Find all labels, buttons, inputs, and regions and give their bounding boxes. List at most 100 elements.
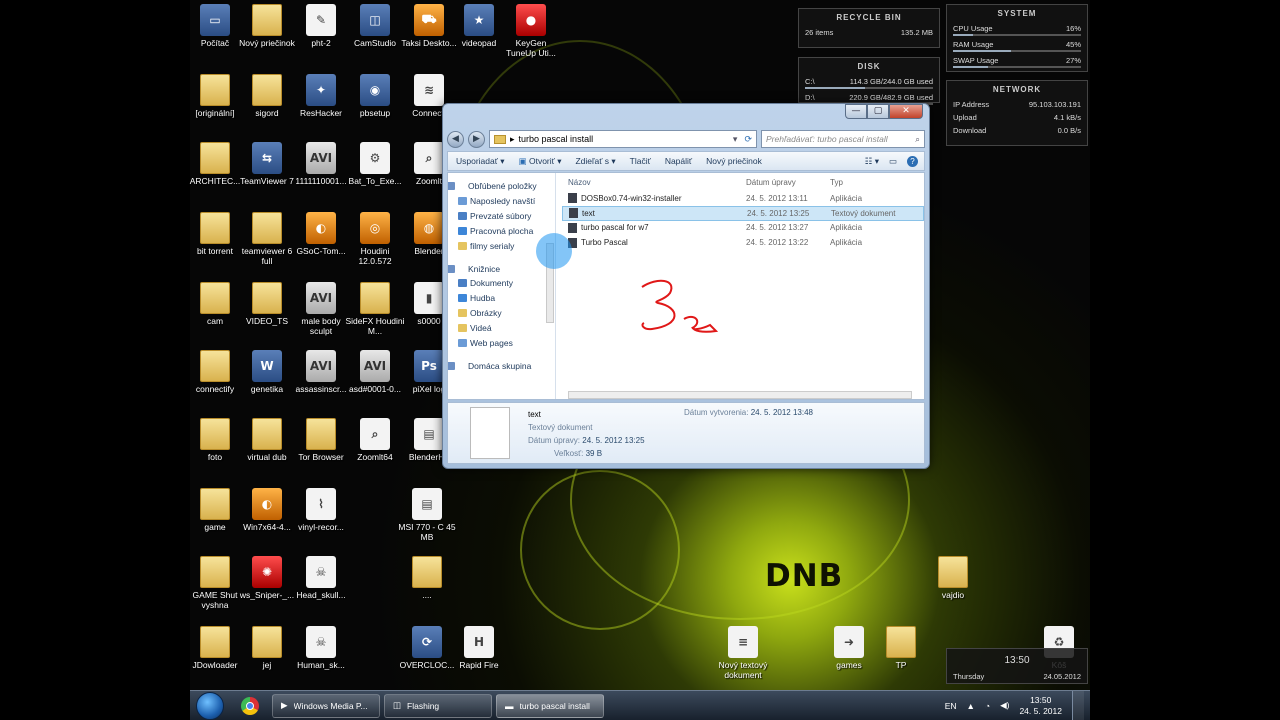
nav-item-icon — [448, 264, 455, 273]
file-date: 24. 5. 2012 13:11 — [746, 193, 808, 203]
folder-icon — [938, 556, 968, 588]
taskbar-button[interactable]: ▬ turbo pascal install — [496, 693, 604, 718]
start-button[interactable] — [196, 691, 224, 720]
print-button[interactable]: Tlačiť — [630, 156, 651, 166]
network-icon[interactable]: ◔ — [985, 701, 990, 711]
desktop-icon[interactable]: AVI asd#0001-0... — [344, 350, 406, 394]
desktop-icon[interactable]: ≡ Nový textový dokument — [712, 626, 774, 680]
desktop-icon[interactable]: ⌕ Zoomlt64 — [344, 418, 406, 462]
desktop-icon[interactable]: ▤ MSI 770 - C 45 MB — [396, 488, 458, 542]
desktop-icon[interactable]: ✎ pht-2 — [290, 4, 352, 48]
organize-button[interactable]: Usporiadať ▾ — [456, 156, 505, 167]
help-icon[interactable]: ? — [907, 155, 918, 167]
desktop-icon-label: virtual dub — [247, 452, 287, 462]
desktop-icon[interactable]: Wgenetika — [236, 350, 298, 394]
file-icon — [569, 208, 578, 219]
column-date[interactable]: Dátum úpravy — [746, 178, 830, 187]
nav-item[interactable]: Prevzaté súbory — [448, 209, 555, 224]
search-icon: ⌕ — [915, 134, 920, 144]
system-row-value: 16% — [1065, 24, 1081, 33]
minimize-button[interactable]: — — [845, 104, 867, 119]
show-desktop-button[interactable] — [1072, 690, 1084, 720]
column-type[interactable]: Typ — [830, 178, 920, 187]
desktop-icon[interactable]: TP — [870, 626, 932, 670]
desktop-icon[interactable]: Nový priečinok — [236, 4, 298, 48]
desktop-icon[interactable]: H Rapid Fire — [448, 626, 510, 670]
nav-item[interactable]: Domáca skupina — [448, 359, 555, 374]
desktop-icon[interactable]: ⌇ vinyl-recor... — [290, 488, 352, 532]
desktop-icon[interactable]: jej — [236, 626, 298, 670]
desktop-icon[interactable]: vajdio — [922, 556, 984, 600]
file-list-scrollbar[interactable] — [568, 391, 912, 399]
desktop-icon[interactable]: SideFX Houdini M... — [344, 282, 406, 336]
file-icon — [568, 193, 577, 204]
desktop-icon[interactable]: ☠ Head_skull... — [290, 556, 352, 600]
nav-item-label: Domáca skupina — [468, 360, 532, 371]
desktop-icon[interactable]: AVI 1111110001... — [290, 142, 352, 186]
file-row[interactable]: Turbo Pascal 24. 5. 2012 13:22 Aplikácia — [562, 235, 924, 250]
system-row-value: 45% — [1065, 40, 1081, 49]
desktop-icon[interactable]: ✦ ResHacker — [290, 74, 352, 118]
preview-pane-icon[interactable]: ▭ — [889, 156, 897, 167]
desktop-icon[interactable]: .... — [396, 556, 458, 600]
disk-gadget: DISK C:\ 114.3 GB/244.0 GB used D:\ 220.9 G… — [798, 57, 940, 105]
forward-button[interactable]: ▶ — [468, 130, 485, 148]
chrome-icon[interactable] — [234, 694, 266, 718]
nav-item[interactable]: Knižnice — [448, 262, 555, 277]
app-icon: ◍ — [414, 212, 444, 244]
desktop-icon[interactable]: AVI male body sculpt — [290, 282, 352, 336]
chevron-down-icon[interactable]: ▾ — [733, 134, 741, 145]
nav-item[interactable]: Hudba — [448, 291, 555, 306]
tray-arrow-icon[interactable]: ▲ — [967, 701, 975, 711]
back-button[interactable]: ◀ — [447, 130, 464, 148]
file-row[interactable]: DOSBox0.74-win32-installer 24. 5. 2012 13… — [562, 191, 924, 206]
burn-button[interactable]: Napáliť — [665, 156, 692, 166]
desktop-icon[interactable]: ◐ GSoC-Tom... — [290, 212, 352, 256]
desktop-icon[interactable]: ☠ Human_sk... — [290, 626, 352, 670]
nav-item-icon — [458, 196, 467, 205]
language-indicator[interactable]: EN — [945, 701, 957, 711]
view-options-icon[interactable]: ☷ ▾ — [865, 156, 879, 167]
desktop-icon[interactable]: Tor Browser — [290, 418, 352, 462]
share-button[interactable]: Zdieľať s ▾ — [575, 156, 615, 167]
desktop-icon[interactable]: virtual dub — [236, 418, 298, 462]
desktop-icon-label: vinyl-recor... — [298, 522, 344, 532]
file-row[interactable]: turbo pascal for w7 24. 5. 2012 13:27 Apli… — [562, 221, 924, 236]
desktop-icon[interactable]: ⚙ Bat_To_Exe... — [344, 142, 406, 186]
maximize-button[interactable]: ▢ — [867, 104, 889, 119]
desktop-icon[interactable]: AVI assassinscr... — [290, 350, 352, 394]
folder-icon — [200, 626, 230, 658]
system-row-label: RAM Usage — [953, 40, 994, 49]
taskbar-button[interactable]: ◫ Flashing — [384, 693, 492, 718]
taskbar-button[interactable]: ▶ Windows Media P... — [272, 693, 380, 718]
taskbar-clock[interactable]: 13:50 24. 5. 2012 — [1019, 695, 1062, 717]
desktop-icon[interactable]: sigord — [236, 74, 298, 118]
desktop-icon[interactable]: ◉ pbsetup — [344, 74, 406, 118]
nav-item[interactable]: Obľúbené položky — [448, 179, 555, 194]
desktop-icon[interactable]: ✺ ws_Sniper-_... — [236, 556, 298, 600]
nav-item[interactable]: Web pages — [448, 336, 555, 351]
nav-item[interactable]: Dokumenty — [448, 276, 555, 291]
explorer-window[interactable]: — ▢ ✕ ◀ ▶ ▸ turbo pascal install ▾ ⟳ Pre… — [442, 103, 930, 469]
nav-item[interactable]: Pracovná plocha — [448, 224, 555, 239]
desktop-icon[interactable]: teamviewer 6 full — [236, 212, 298, 266]
new-folder-button[interactable]: Nový priečinok — [706, 156, 762, 166]
open-button[interactable]: ▣ Otvoriť ▾ — [519, 156, 562, 167]
volume-icon[interactable]: ◀) — [1000, 700, 1009, 711]
desktop-icon[interactable]: ◫ CamStudio — [344, 4, 406, 48]
folder-icon — [200, 142, 230, 174]
column-name[interactable]: Názov — [562, 178, 746, 187]
desktop-icon[interactable]: ● KeyGen TuneUp Uti... — [500, 4, 562, 58]
nav-item[interactable]: Naposledy navští — [448, 194, 555, 209]
address-bar[interactable]: ▸ turbo pascal install ▾ ⟳ — [489, 130, 757, 148]
nav-item[interactable]: Obrázky — [448, 306, 555, 321]
refresh-icon[interactable]: ⟳ — [744, 134, 756, 145]
search-input[interactable]: Prehľadávať: turbo pascal install ⌕ — [761, 130, 925, 148]
desktop-icon[interactable]: VIDEO_TS — [236, 282, 298, 326]
close-button[interactable]: ✕ — [889, 104, 923, 119]
desktop-icon[interactable]: ◐ Win7x64-4... — [236, 488, 298, 532]
nav-item[interactable]: Videá — [448, 321, 555, 336]
desktop-icon[interactable]: ◎ Houdini 12.0.572 — [344, 212, 406, 266]
desktop-icon[interactable]: ⇆ TeamViewer 7 — [236, 142, 298, 186]
file-row[interactable]: text 24. 5. 2012 13:25 Textový dokument — [562, 205, 924, 221]
